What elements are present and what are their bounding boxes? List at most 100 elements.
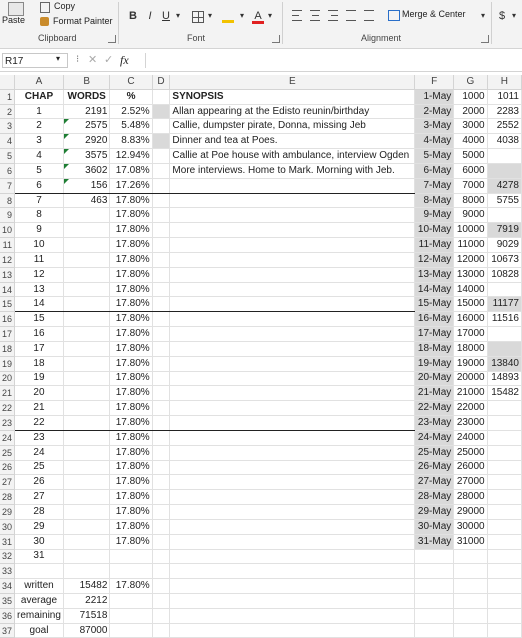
- empty-cell[interactable]: [152, 267, 171, 283]
- actual-cell[interactable]: 9029: [487, 237, 522, 253]
- percent-cell[interactable]: 17.80%: [109, 326, 153, 342]
- chapter-cell[interactable]: 14: [14, 296, 64, 313]
- words-cell[interactable]: [63, 341, 111, 357]
- percent-cell[interactable]: 17.80%: [109, 193, 153, 209]
- percent-cell[interactable]: 17.80%: [109, 430, 153, 446]
- enter-icon[interactable]: ✓: [104, 53, 113, 66]
- percent-cell[interactable]: 17.80%: [109, 445, 153, 461]
- italic-button[interactable]: I: [144, 8, 156, 24]
- merge-center-dropdown-icon[interactable]: ▾: [479, 8, 487, 24]
- actual-cell[interactable]: [487, 415, 522, 431]
- percent-cell[interactable]: 17.80%: [109, 341, 153, 357]
- formula-input[interactable]: [145, 53, 522, 68]
- column-header[interactable]: A: [14, 75, 64, 90]
- actual-cell[interactable]: [487, 563, 522, 580]
- empty-cell[interactable]: [152, 385, 171, 402]
- synopsis-cell[interactable]: [169, 237, 416, 253]
- actual-cell[interactable]: 15482: [487, 385, 522, 402]
- align-right-icon[interactable]: [328, 10, 338, 21]
- date-cell[interactable]: 9-May: [414, 207, 455, 224]
- percent-cell[interactable]: 17.26%: [109, 178, 153, 194]
- target-cell[interactable]: 11000: [453, 237, 488, 253]
- percent-cell[interactable]: 17.80%: [109, 400, 153, 417]
- more-options-icon[interactable]: ⁝: [76, 54, 79, 65]
- chapter-cell[interactable]: 10: [14, 237, 64, 253]
- date-cell[interactable]: 25-May: [414, 445, 455, 461]
- words-cell[interactable]: [63, 296, 111, 313]
- words-cell[interactable]: [63, 460, 111, 476]
- synopsis-cell[interactable]: [169, 400, 416, 417]
- percent-cell[interactable]: 17.80%: [109, 578, 153, 594]
- chapter-cell[interactable]: 8: [14, 207, 64, 224]
- chapter-cell[interactable]: 29: [14, 519, 64, 535]
- percent-cell[interactable]: [109, 549, 153, 565]
- words-cell[interactable]: 2920: [63, 133, 111, 150]
- chapter-cell[interactable]: 9: [14, 222, 64, 239]
- target-cell[interactable]: 16000: [453, 311, 488, 328]
- percent-cell[interactable]: 17.80%: [109, 371, 153, 387]
- empty-cell[interactable]: [152, 237, 171, 253]
- target-cell[interactable]: [453, 563, 488, 580]
- date-cell[interactable]: 28-May: [414, 489, 455, 506]
- row-header[interactable]: 14: [0, 282, 15, 298]
- empty-cell[interactable]: [152, 593, 171, 609]
- actual-cell[interactable]: [487, 623, 522, 638]
- target-cell[interactable]: 24000: [453, 430, 488, 446]
- synopsis-cell[interactable]: [169, 222, 416, 239]
- paste-button[interactable]: Paste: [2, 2, 32, 30]
- chapter-cell[interactable]: 30: [14, 534, 64, 550]
- percent-cell[interactable]: 17.80%: [109, 519, 153, 535]
- empty-cell[interactable]: [152, 623, 171, 638]
- synopsis-cell[interactable]: [169, 623, 416, 638]
- actual-cell[interactable]: 4038: [487, 133, 522, 150]
- target-cell[interactable]: 3000: [453, 118, 488, 135]
- synopsis-cell[interactable]: [169, 489, 416, 506]
- copy-button[interactable]: Copy: [40, 1, 100, 14]
- synopsis-cell[interactable]: [169, 282, 416, 298]
- target-cell[interactable]: 30000: [453, 519, 488, 535]
- percent-cell[interactable]: 17.08%: [109, 163, 153, 179]
- synopsis-cell[interactable]: More interviews. Home to Mark. Morning w…: [169, 163, 416, 179]
- actual-cell[interactable]: [487, 504, 522, 520]
- synopsis-cell[interactable]: [169, 356, 416, 372]
- row-header[interactable]: 27: [0, 474, 15, 491]
- words-cell[interactable]: [63, 415, 111, 431]
- words-cell[interactable]: [63, 311, 111, 328]
- actual-cell[interactable]: 2552: [487, 118, 522, 135]
- date-cell[interactable]: [414, 563, 455, 580]
- date-cell[interactable]: 8-May: [414, 193, 455, 209]
- percent-cell[interactable]: 17.80%: [109, 267, 153, 283]
- row-header[interactable]: 3: [0, 118, 15, 135]
- actual-cell[interactable]: [487, 593, 522, 609]
- target-cell[interactable]: 22000: [453, 400, 488, 417]
- actual-cell[interactable]: [487, 578, 522, 594]
- words-cell[interactable]: 71518: [63, 608, 111, 624]
- column-header[interactable]: D: [152, 75, 171, 90]
- empty-cell[interactable]: [152, 118, 171, 135]
- row-header[interactable]: 20: [0, 371, 15, 387]
- borders-dropdown-icon[interactable]: ▾: [206, 8, 214, 24]
- target-cell[interactable]: 1000: [453, 89, 488, 105]
- empty-cell[interactable]: [152, 296, 171, 313]
- fill-color-dropdown-icon[interactable]: ▾: [238, 8, 246, 24]
- target-cell[interactable]: 29000: [453, 504, 488, 520]
- chapter-cell[interactable]: 1: [14, 104, 64, 120]
- currency-dropdown-icon[interactable]: ▾: [510, 8, 518, 24]
- target-cell[interactable]: 25000: [453, 445, 488, 461]
- words-cell[interactable]: [63, 237, 111, 253]
- percent-cell[interactable]: 17.80%: [109, 460, 153, 476]
- words-cell[interactable]: [63, 252, 111, 268]
- row-header[interactable]: 7: [0, 178, 15, 194]
- empty-cell[interactable]: [152, 608, 171, 624]
- row-header[interactable]: 15: [0, 296, 15, 313]
- target-cell[interactable]: 17000: [453, 326, 488, 342]
- percent-cell[interactable]: [109, 623, 153, 638]
- summary-label-cell[interactable]: average: [14, 593, 64, 609]
- empty-cell[interactable]: [152, 104, 171, 120]
- empty-cell[interactable]: [152, 148, 171, 164]
- actual-cell[interactable]: [487, 534, 522, 550]
- cancel-icon[interactable]: ✕: [88, 53, 97, 66]
- actual-cell[interactable]: 11516: [487, 311, 522, 328]
- words-cell[interactable]: 463: [63, 193, 111, 209]
- percent-cell[interactable]: 17.80%: [109, 534, 153, 550]
